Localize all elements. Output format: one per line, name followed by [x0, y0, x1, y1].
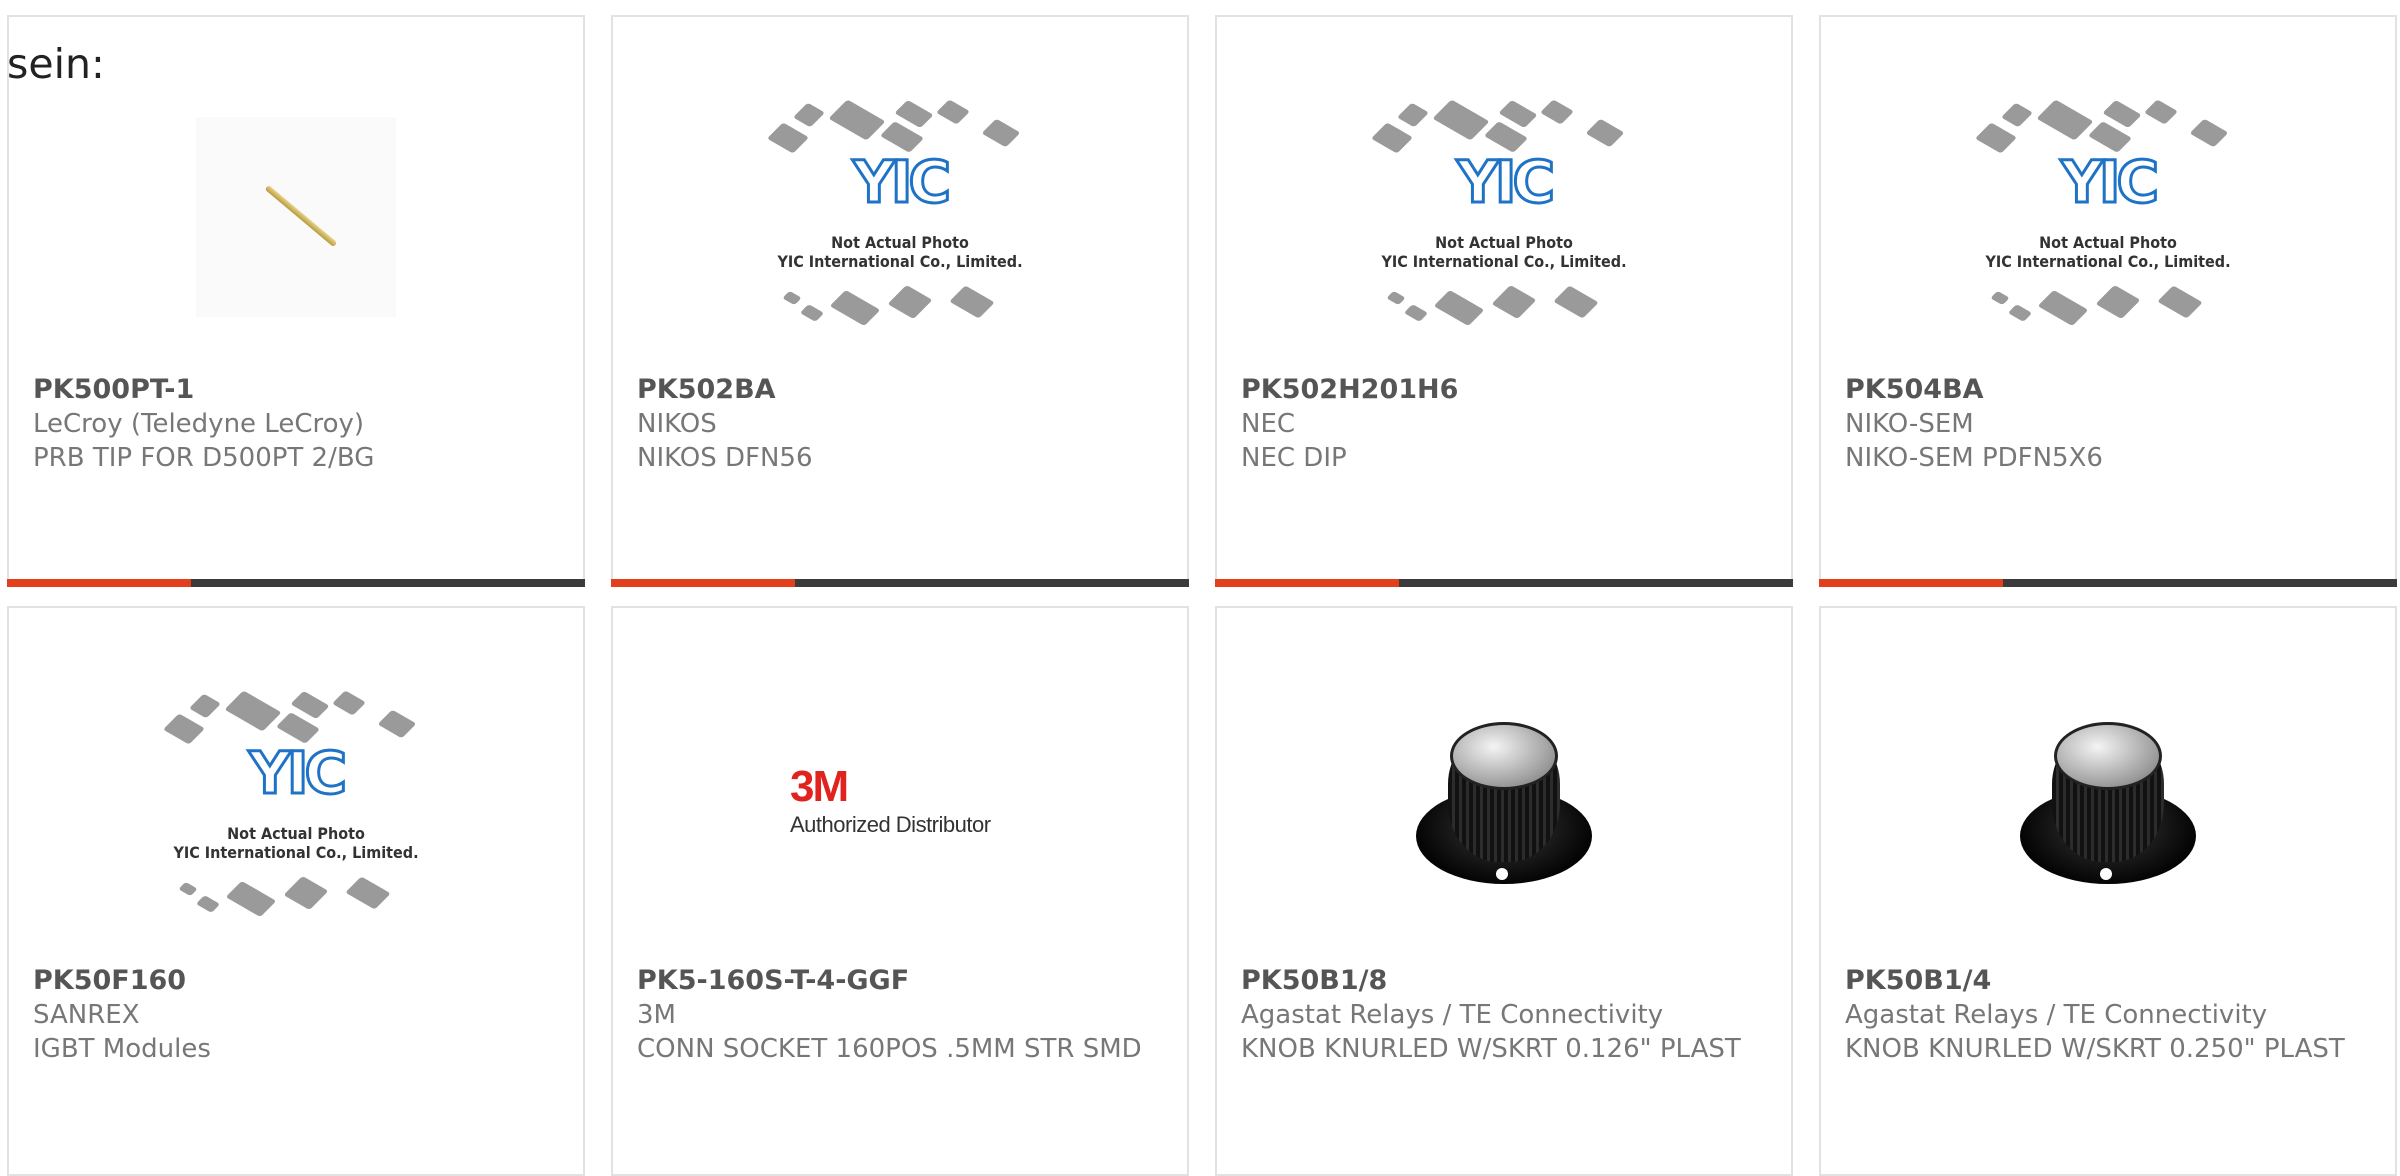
- product-image[interactable]: [9, 67, 583, 367]
- probe-tip-photo: [196, 117, 396, 317]
- product-image[interactable]: 3M Authorized Distributor: [613, 658, 1187, 958]
- description: KNOB KNURLED W/SKRT 0.250" PLAST: [1845, 1034, 2345, 1064]
- product-image[interactable]: YIC Not Actual Photo YIC International Co…: [9, 658, 583, 958]
- product-card[interactable]: YIC Not Actual Photo YIC International Co…: [7, 606, 585, 1176]
- placeholder-line2: YIC International Co., Limited.: [173, 843, 419, 862]
- part-number[interactable]: PK5-160S-T-4-GGF: [637, 964, 1167, 998]
- yic-placeholder-image: YIC Not Actual Photo YIC International Co…: [161, 688, 431, 928]
- product-image[interactable]: [1821, 658, 2395, 958]
- card-bottom-bar: [611, 579, 1189, 587]
- part-number[interactable]: PK50F160: [33, 964, 563, 998]
- part-number[interactable]: PK504BA: [1845, 373, 2375, 407]
- description: CONN SOCKET 160POS .5MM STR SMD: [637, 1034, 1142, 1064]
- manufacturer: NIKO-SEM: [1845, 409, 1974, 439]
- manufacturer: NIKOS: [637, 409, 717, 439]
- description: NEC DIP: [1241, 443, 1347, 473]
- yic-placeholder-image: YIC Not Actual Photo YIC International Co…: [1973, 97, 2243, 337]
- product-card[interactable]: PK50B1/4 Agastat Relays / TE Connectivit…: [1819, 606, 2397, 1176]
- card-bottom-bar: [1215, 579, 1793, 587]
- manufacturer: 3M: [637, 1000, 676, 1030]
- manufacturer: Agastat Relays / TE Connectivity: [1845, 1000, 2268, 1030]
- part-number[interactable]: PK50B1/4: [1845, 964, 2375, 998]
- 3m-tagline: Authorized Distributor: [790, 812, 991, 837]
- 3m-logo: 3M: [790, 762, 849, 811]
- description: KNOB KNURLED W/SKRT 0.126" PLAST: [1241, 1034, 1741, 1064]
- manufacturer: SANREX: [33, 1000, 140, 1030]
- yic-logo: YIC: [2059, 147, 2160, 218]
- placeholder-line1: Not Actual Photo: [227, 824, 365, 843]
- placeholder-line2: YIC International Co., Limited.: [777, 252, 1023, 271]
- knob-photo: [2008, 708, 2208, 908]
- product-image[interactable]: YIC Not Actual Photo YIC International Co…: [613, 67, 1187, 367]
- yic-placeholder-image: YIC Not Actual Photo YIC International Co…: [765, 97, 1035, 337]
- description: PRB TIP FOR D500PT 2/BG: [33, 443, 375, 473]
- product-image[interactable]: [1217, 658, 1791, 958]
- placeholder-line1: Not Actual Photo: [2039, 233, 2177, 252]
- description: IGBT Modules: [33, 1034, 211, 1064]
- page-fragment-text: sein:: [7, 40, 105, 88]
- yic-logo: YIC: [1455, 147, 1556, 218]
- product-image[interactable]: YIC Not Actual Photo YIC International Co…: [1217, 67, 1791, 367]
- description: NIKO-SEM PDFN5X6: [1845, 443, 2103, 473]
- product-card[interactable]: YIC Not Actual Photo YIC International Co…: [1215, 15, 1793, 587]
- manufacturer: NEC: [1241, 409, 1296, 439]
- product-card[interactable]: PK500PT-1 LeCroy (Teledyne LeCroy) PRB T…: [7, 15, 585, 587]
- product-card[interactable]: YIC Not Actual Photo YIC International Co…: [611, 15, 1189, 587]
- placeholder-line1: Not Actual Photo: [1435, 233, 1573, 252]
- yic-logo: YIC: [247, 738, 348, 809]
- manufacturer: Agastat Relays / TE Connectivity: [1241, 1000, 1664, 1030]
- yic-placeholder-image: YIC Not Actual Photo YIC International Co…: [1369, 97, 1639, 337]
- part-number[interactable]: PK50B1/8: [1241, 964, 1771, 998]
- 3m-logo-image: 3M Authorized Distributor: [790, 748, 1010, 868]
- product-image[interactable]: YIC Not Actual Photo YIC International Co…: [1821, 67, 2395, 367]
- description: NIKOS DFN56: [637, 443, 813, 473]
- placeholder-line1: Not Actual Photo: [831, 233, 969, 252]
- manufacturer: LeCroy (Teledyne LeCroy): [33, 409, 365, 439]
- placeholder-line2: YIC International Co., Limited.: [1381, 252, 1627, 271]
- product-card[interactable]: PK50B1/8 Agastat Relays / TE Connectivit…: [1215, 606, 1793, 1176]
- product-card[interactable]: 3M Authorized Distributor PK5-160S-T-4-G…: [611, 606, 1189, 1176]
- yic-logo: YIC: [851, 147, 952, 218]
- part-number[interactable]: PK502BA: [637, 373, 1167, 407]
- part-number[interactable]: PK500PT-1: [33, 373, 563, 407]
- placeholder-line2: YIC International Co., Limited.: [1985, 252, 2231, 271]
- card-bottom-bar: [7, 579, 585, 587]
- product-card[interactable]: YIC Not Actual Photo YIC International Co…: [1819, 15, 2397, 587]
- part-number[interactable]: PK502H201H6: [1241, 373, 1771, 407]
- card-bottom-bar: [1819, 579, 2397, 587]
- knob-photo: [1404, 708, 1604, 908]
